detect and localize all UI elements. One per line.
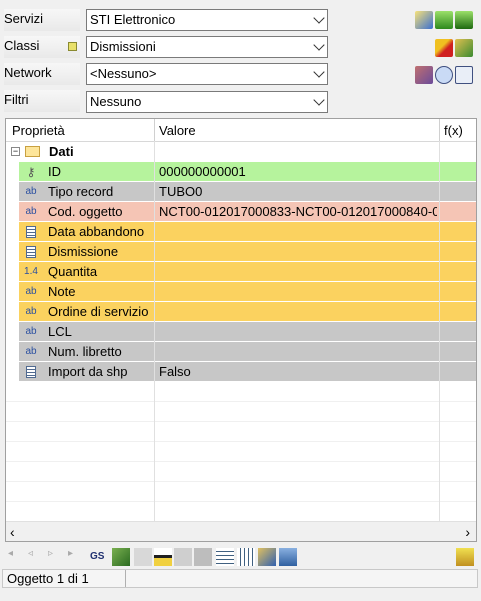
folder-icon — [25, 146, 40, 157]
property-value[interactable]: 000000000001 — [159, 164, 437, 179]
property-name: ID — [48, 164, 61, 179]
property-row[interactable]: ab Num. libretto — [6, 342, 476, 362]
grid-header: Proprietà Valore f(x) — [6, 119, 476, 142]
property-name: LCL — [48, 324, 72, 339]
filtri-select[interactable]: Nessuno — [86, 91, 328, 113]
property-row[interactable]: ab Cod. oggetto NCT00-012017000833-NCT00-0… — [6, 202, 476, 222]
text-type-icon: ab — [25, 286, 37, 297]
status-text: Oggetto 1 di 1 — [7, 571, 89, 586]
row-background — [19, 282, 476, 302]
collapse-icon[interactable]: − — [11, 147, 20, 156]
text-type-icon: ab — [25, 306, 37, 317]
property-value[interactable]: Falso — [159, 364, 437, 379]
property-row[interactable]: ab Note — [6, 282, 476, 302]
last-record-icon[interactable]: ▸ — [68, 548, 86, 566]
split-icon[interactable] — [154, 548, 172, 566]
chevron-down-icon — [313, 12, 325, 24]
prev-record-icon[interactable]: ◃ — [28, 548, 46, 566]
text-type-icon: ab — [25, 206, 37, 217]
property-row[interactable]: ab Tipo record TUBO0 — [6, 182, 476, 202]
grid-line — [6, 441, 476, 442]
lock-icon[interactable] — [134, 548, 152, 566]
zoom-extent-icon[interactable] — [455, 66, 473, 84]
network-label: Network — [4, 63, 80, 85]
first-record-icon[interactable]: ◂ — [8, 548, 26, 566]
classi-info-icon — [68, 42, 77, 51]
grid-line — [6, 461, 476, 462]
scroll-right-icon[interactable]: › — [465, 524, 470, 540]
edit-table-icon[interactable] — [258, 548, 276, 566]
network-select[interactable]: <Nessuno> — [86, 63, 328, 85]
number-type-icon: 1.4 — [24, 266, 38, 277]
group-dati[interactable]: − Dati — [6, 142, 476, 162]
property-name: Num. libretto — [48, 344, 122, 359]
grid-line — [6, 481, 476, 482]
database-icon[interactable] — [456, 548, 474, 566]
status-bar: Oggetto 1 di 1 — [2, 569, 478, 588]
classi-select[interactable]: Dismissioni — [86, 36, 328, 58]
grid-line — [6, 401, 476, 402]
grid-line — [6, 501, 476, 502]
table-icon[interactable] — [216, 548, 234, 566]
property-row[interactable]: ab LCL — [6, 322, 476, 342]
row-background — [19, 322, 476, 342]
gs-button[interactable]: GS — [90, 548, 108, 566]
edit-object-icon[interactable] — [415, 11, 433, 29]
servizi-select[interactable]: STI Elettronico — [86, 9, 328, 31]
property-row[interactable]: Dismissione — [6, 242, 476, 262]
horizontal-scrollbar[interactable]: ‹ › — [6, 521, 476, 541]
header-fx: f(x) — [444, 123, 463, 138]
property-value[interactable]: TUBO0 — [159, 184, 437, 199]
date-type-icon — [26, 226, 36, 238]
property-row[interactable]: Data abbandono — [6, 222, 476, 242]
property-name: Cod. oggetto — [48, 204, 123, 219]
property-name: Ordine di servizio — [48, 304, 149, 319]
text-type-icon: ab — [25, 346, 37, 357]
next-record-icon[interactable]: ▹ — [48, 548, 66, 566]
link-icon[interactable] — [455, 39, 473, 57]
group-label: Dati — [49, 144, 74, 159]
attach-icon[interactable] — [112, 548, 130, 566]
columns-icon[interactable] — [237, 548, 255, 566]
zoom-in-icon[interactable] — [435, 66, 453, 84]
property-row[interactable]: Import da shp Falso — [6, 362, 476, 382]
copy-object-icon[interactable] — [455, 11, 473, 29]
chevron-down-icon — [313, 94, 325, 106]
map-select-icon[interactable] — [415, 66, 433, 84]
text-type-icon: ab — [25, 326, 37, 337]
scroll-left-icon[interactable]: ‹ — [10, 524, 15, 540]
property-grid[interactable]: Proprietà Valore f(x) − Dati ⚷ ID 00000000… — [5, 118, 477, 542]
list-type-icon — [26, 366, 36, 378]
property-name: Import da shp — [48, 364, 128, 379]
text-type-icon: ab — [25, 186, 37, 197]
copy-icon[interactable] — [174, 548, 192, 566]
property-row[interactable]: ab Ordine di servizio — [6, 302, 476, 322]
property-row[interactable]: 1.4 Quantita — [6, 262, 476, 282]
servizi-label: Servizi — [4, 9, 80, 31]
key-icon: ⚷ — [26, 165, 36, 179]
property-row[interactable]: ⚷ ID 000000000001 — [6, 162, 476, 182]
list-type-icon — [26, 246, 36, 258]
property-name: Tipo record — [48, 184, 114, 199]
property-name: Dismissione — [48, 244, 119, 259]
chevron-down-icon — [313, 39, 325, 51]
property-value[interactable]: NCT00-012017000833-NCT00-012017000840-0 — [159, 204, 437, 219]
property-name: Data abbandono — [48, 224, 145, 239]
filtri-label: Filtri — [4, 90, 80, 112]
add-object-icon[interactable] — [435, 11, 453, 29]
property-name: Note — [48, 284, 76, 299]
header-property: Proprietà — [12, 123, 65, 138]
header-value: Valore — [159, 123, 196, 138]
pencil-icon[interactable] — [435, 39, 453, 57]
export-icon[interactable] — [279, 548, 297, 566]
chevron-down-icon — [313, 66, 325, 78]
property-name: Quantita — [48, 264, 98, 279]
paste-icon[interactable] — [194, 548, 212, 566]
grid-line — [6, 421, 476, 422]
